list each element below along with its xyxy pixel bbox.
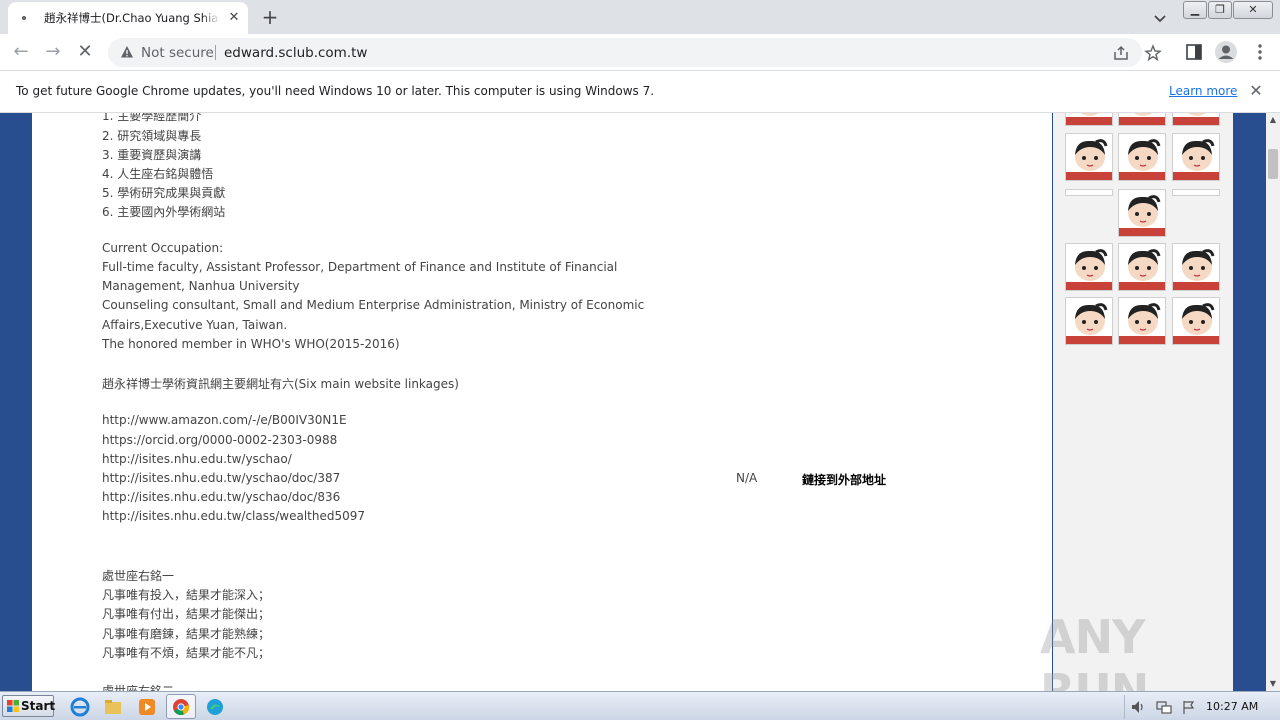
windows-logo-icon [7,700,19,712]
motto-heading: 處世座右銘一 [102,569,175,583]
website-link[interactable]: http://isites.nhu.edu.tw/yschao/ [102,452,292,466]
new-tab-icon[interactable]: + [258,5,282,29]
edge-icon[interactable] [204,696,226,718]
taskbar-clock: 10:27 AM [1206,700,1259,713]
tab-strip: 趙永祥博士(Dr.Chao Yuang Shiang) ✕ + ▁ ❐ ✕ [0,0,1280,34]
menu-item[interactable]: 6. 主要國內外學術網站 [102,203,225,220]
visitor-avatar[interactable] [1118,189,1166,237]
stop-loading-icon[interactable]: ✕ [73,40,97,64]
tab-title: 趙永祥博士(Dr.Chao Yuang Shiang) [44,10,220,26]
anyrun-watermark: ANY RUN [1040,610,1149,691]
restore-button[interactable]: ❐ [1208,1,1232,19]
website-link[interactable]: https://orcid.org/0000-0002-2303-0988 [102,433,337,447]
close-window-button[interactable]: ✕ [1233,1,1273,19]
occupation-heading: Current Occupation: [102,241,224,255]
menu-item[interactable]: 5. 學術研究成果與貢獻 [102,184,225,201]
visitor-avatar[interactable] [1172,297,1220,345]
menu-item[interactable]: 2. 研究領域與專長 [102,127,201,144]
scroll-up-arrow-icon[interactable]: ▲ [1266,113,1280,127]
address-bar[interactable]: Not secure edward.sclub.com.tw [108,38,1162,67]
website-link[interactable]: http://isites.nhu.edu.tw/yschao/doc/836 [102,490,340,504]
profile-avatar-icon[interactable] [1214,40,1238,64]
media-player-icon[interactable] [136,696,158,718]
external-link-tooltip: 鏈接到外部地址 [802,473,887,487]
motto-line: 凡事唯有付出，結果才能傑出； [102,607,271,621]
visitor-avatar[interactable] [1172,243,1220,291]
update-infobar: To get future Google Chrome updates, you… [0,71,1280,113]
motto-line: 凡事唯有不煩，結果才能不凡； [102,646,271,660]
not-secure-label[interactable]: Not secure [141,45,214,61]
links-heading: 趙永祥博士學術資訊網主要網址有六(Six main website linkag… [102,377,459,391]
windows-taskbar: Start 10:27 AM [0,691,1280,720]
start-label: Start [21,699,56,713]
warning-icon[interactable] [120,45,134,59]
occupation-line: Counseling consultant, Small and Medium … [102,298,645,312]
website-link[interactable]: http://isites.nhu.edu.tw/yschao/doc/387 [102,471,340,485]
internet-explorer-icon[interactable] [69,696,91,718]
infobar-close-icon[interactable]: ✕ [1248,83,1264,99]
scrollbar-thumb[interactable] [1268,149,1278,179]
visitor-avatar[interactable] [1065,133,1113,181]
motto-line: 凡事唯有投入，結果才能深入； [102,588,271,602]
visitor-avatar[interactable] [1065,243,1113,291]
volume-icon[interactable] [1129,699,1147,715]
tab-favicon-icon [22,16,26,20]
visitor-avatar[interactable] [1118,133,1166,181]
network-icon[interactable] [1155,699,1173,715]
chrome-icon[interactable] [170,696,192,718]
tab-search-chevron-icon[interactable] [1150,8,1170,28]
visitor-avatar[interactable] [1172,113,1220,126]
action-center-flag-icon[interactable] [1181,699,1197,715]
side-panel-icon[interactable] [1184,42,1204,62]
infobar-message: To get future Google Chrome updates, you… [16,84,655,98]
back-arrow-icon[interactable]: ← [9,40,33,64]
forward-arrow-icon[interactable]: → [41,40,65,64]
visitor-avatar[interactable] [1118,297,1166,345]
main-content: 1. 主要學經歷簡介 2. 研究領域與專長 3. 重要資歷與演講 4. 人生座右… [32,113,1052,691]
menu-item[interactable]: 4. 人生座右銘與體悟 [102,165,213,182]
page-scrollbar[interactable]: ▲ ▼ [1266,113,1280,691]
file-explorer-icon[interactable] [102,696,124,718]
visitor-avatar[interactable] [1118,243,1166,291]
learn-more-link[interactable]: Learn more [1169,84,1237,98]
visitor-avatar[interactable] [1172,133,1220,181]
website-link[interactable]: http://isites.nhu.edu.tw/class/wealthed5… [102,509,365,523]
occupation-line: Full-time faculty, Assistant Professor, … [102,260,618,274]
visitor-avatar[interactable] [1065,297,1113,345]
visitor-avatar[interactable] [1172,189,1220,196]
minimize-button[interactable]: ▁ [1183,1,1207,19]
start-button[interactable]: Start [2,695,56,717]
menu-item[interactable]: 3. 重要資歷與演講 [102,146,201,163]
menu-item[interactable]: 1. 主要學經歷簡介 [102,113,201,124]
occupation-line: Affairs,Executive Yuan, Taiwan. [102,318,288,332]
browser-toolbar: ← → ✕ Not secure edward.sclub.com.tw [0,34,1280,71]
omnibox-separator [215,45,216,60]
na-label: N/A [736,471,758,485]
tab-close-icon[interactable]: ✕ [226,10,242,26]
motto-heading: 處世座右銘二 [102,684,175,691]
url-text[interactable]: edward.sclub.com.tw [224,45,367,61]
bookmark-star-icon[interactable] [1144,44,1162,62]
web-page: 1. 主要學經歷簡介 2. 研究領域與專長 3. 重要資歷與演講 4. 人生座右… [0,113,1266,691]
visitor-avatar[interactable] [1118,113,1166,126]
menu-kebab-icon[interactable] [1250,42,1270,62]
visitor-avatar[interactable] [1065,189,1113,196]
motto-line: 凡事唯有磨鍊，結果才能熟練； [102,627,271,641]
share-icon[interactable] [1112,44,1130,62]
occupation-line: Management, Nanhua University [102,279,300,293]
visitor-avatar[interactable] [1065,113,1113,126]
website-link[interactable]: http://www.amazon.com/-/e/B00IV30N1E [102,413,347,427]
occupation-line: The honored member in WHO's WHO(2015-201… [102,337,400,351]
browser-tab[interactable]: 趙永祥博士(Dr.Chao Yuang Shiang) ✕ [8,2,248,34]
scroll-down-arrow-icon[interactable]: ▼ [1266,677,1280,691]
